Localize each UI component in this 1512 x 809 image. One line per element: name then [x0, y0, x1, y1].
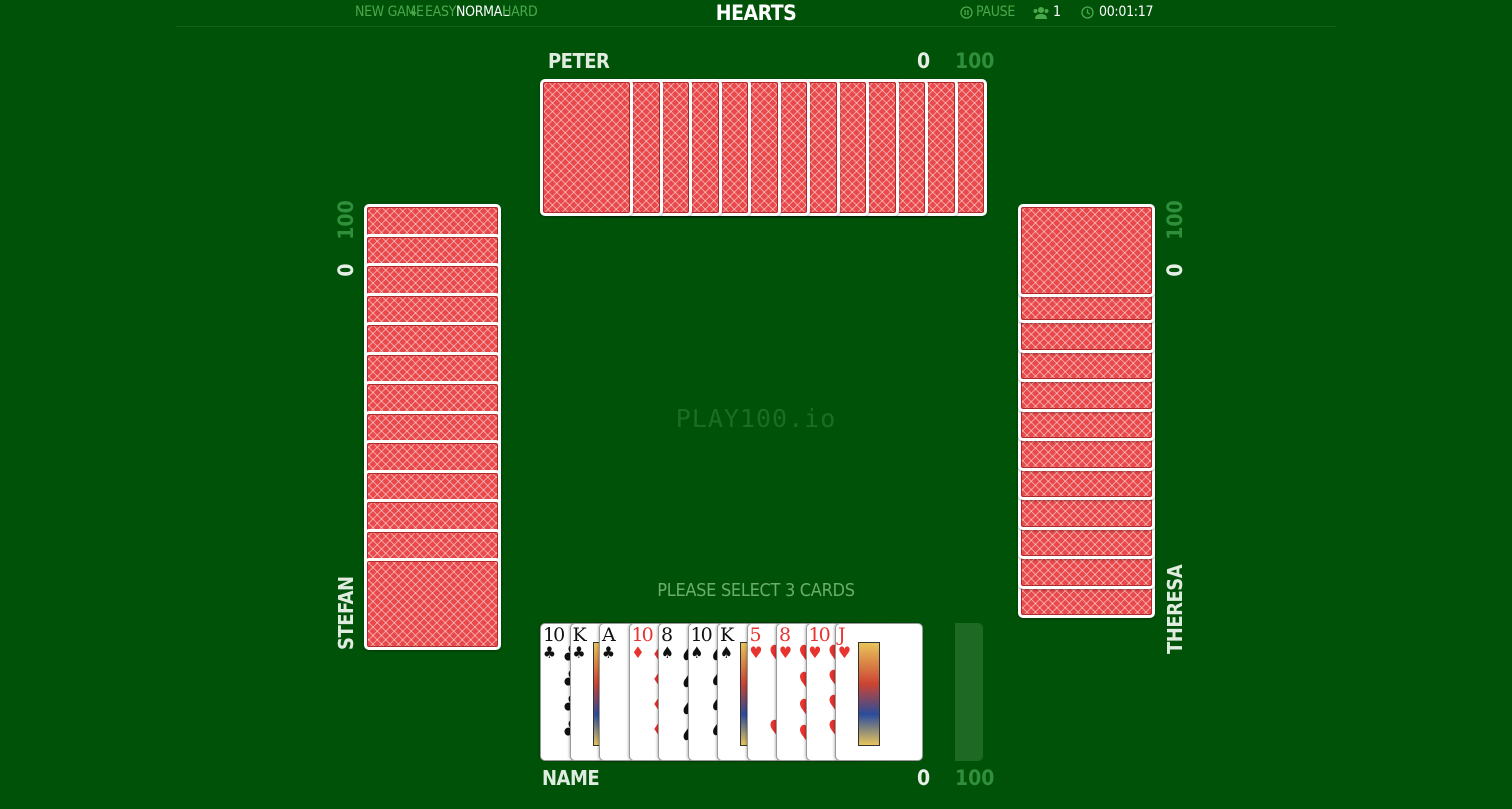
court-figure-icon [858, 642, 880, 746]
instruction-text: PLEASE SELECT 3 CARDS [657, 580, 855, 601]
playing-card[interactable]: J ♥ [835, 623, 923, 761]
card-suit-icon: ♠ [661, 643, 674, 662]
watermark-logo: PLAY100.io [675, 404, 837, 433]
card-suit-icon: ♥ [749, 643, 763, 662]
card-back [540, 79, 633, 216]
clock-icon [1081, 6, 1094, 23]
pause-icon[interactable] [960, 6, 973, 23]
player-score-east: 0 [1163, 263, 1187, 277]
score-limit-west: 100 [334, 200, 358, 240]
score-limit-north: 100 [955, 49, 995, 73]
card-suit-icon: ♥ [838, 643, 851, 662]
player-name-north: PETER [548, 49, 610, 73]
game-timer: 00:01:17 [1099, 4, 1154, 20]
hand-end-slot [955, 623, 983, 761]
player-name-west: STEFAN [334, 576, 358, 650]
player-score-north: 0 [917, 49, 931, 73]
card-suit-icon: ♠ [690, 643, 704, 662]
page-title: HEARTS [715, 1, 797, 25]
card-suit-icon: ♣ [543, 643, 556, 662]
card-suit-icon: ♦ [631, 643, 645, 662]
player-name-south: NAME [542, 766, 600, 790]
score-limit-south: 100 [955, 766, 995, 790]
player-count: 1 [1053, 4, 1061, 20]
card-suit-icon: ♣ [572, 643, 586, 662]
card-suit-icon: ♥ [808, 643, 822, 662]
card-suit-icon: ♥ [779, 643, 792, 662]
card-suit-icon: ♠ [720, 643, 733, 662]
users-icon [1032, 6, 1050, 23]
player-score-west: 0 [334, 263, 358, 277]
card-back [1018, 204, 1155, 297]
pause-button[interactable]: PAUSE [976, 4, 1015, 20]
score-limit-east: 100 [1163, 200, 1187, 240]
card-back [364, 558, 501, 650]
card-suit-icon: ♣ [602, 643, 615, 662]
player-score-south: 0 [917, 766, 931, 790]
